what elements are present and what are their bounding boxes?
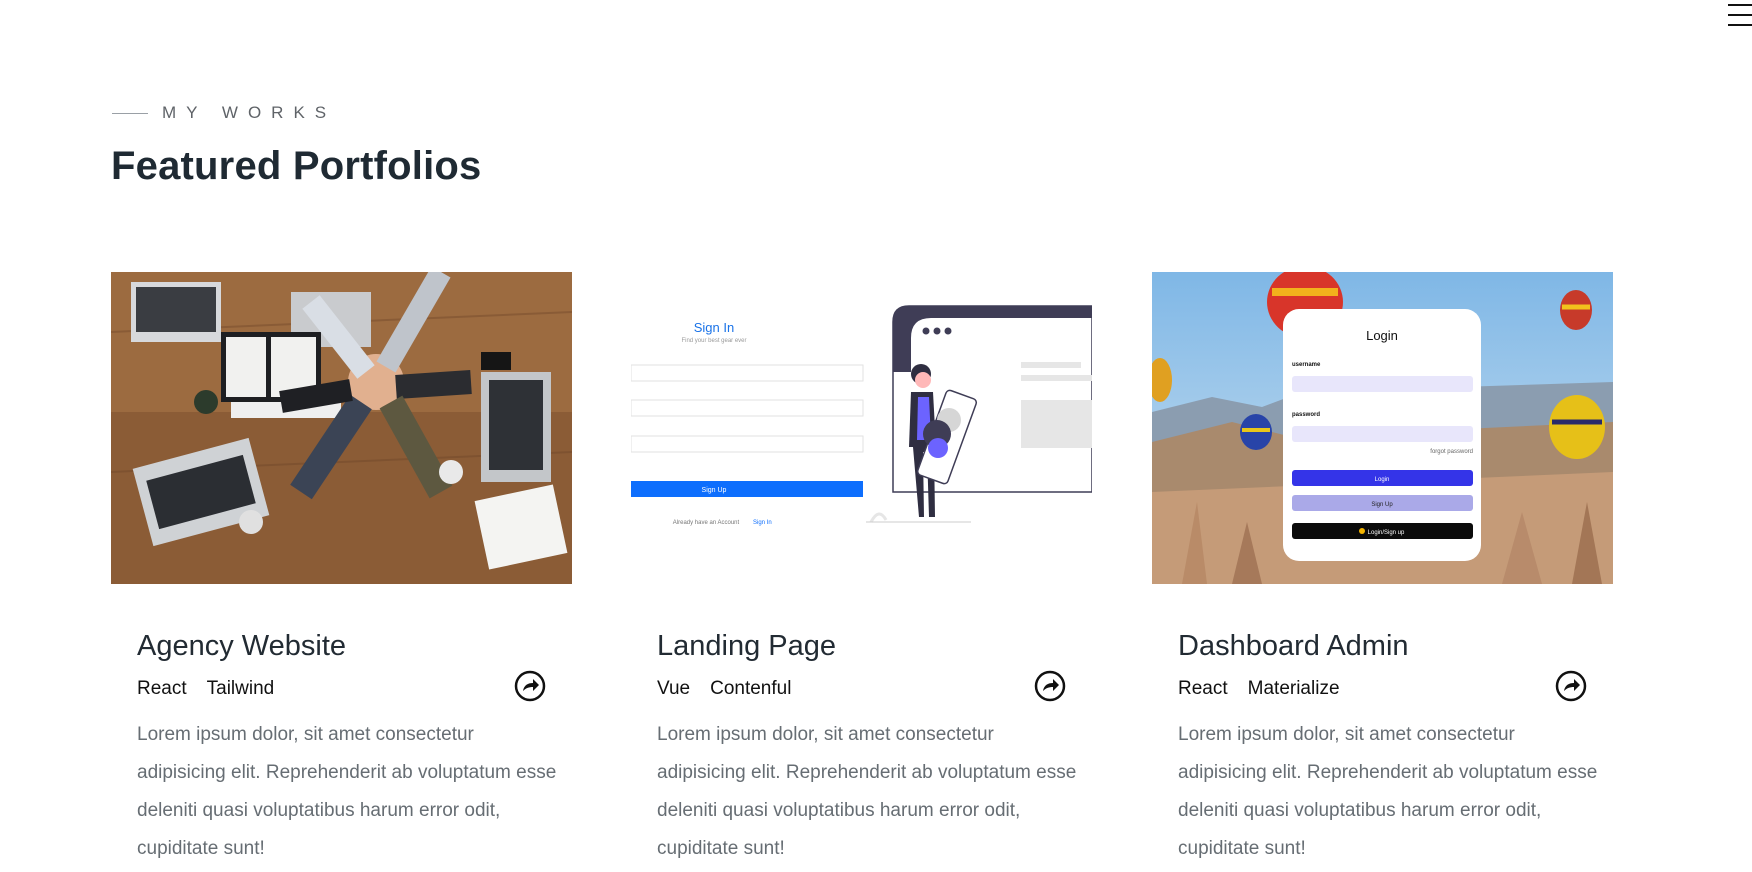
tag-list: React Materialize	[1178, 678, 1587, 700]
share-arrow-icon[interactable]	[1555, 670, 1587, 702]
card-title[interactable]: Dashboard Admin	[1178, 628, 1587, 664]
portfolio-card: Sign In Find your best gear ever Sign Up…	[631, 272, 1092, 868]
team-hands-laptops-photo	[111, 272, 572, 584]
tag: Tailwind	[206, 678, 275, 699]
card-description: Lorem ipsum dolor, sit amet consectetur …	[657, 724, 1077, 859]
card-description: Lorem ipsum dolor, sit amet consectetur …	[1178, 724, 1598, 859]
login-password-label: password	[1292, 412, 1320, 418]
login-heading: Login	[1366, 328, 1398, 343]
section-eyebrow: MY WORKS	[112, 103, 336, 123]
signup-button-label: Sign Up	[1371, 502, 1393, 508]
signin-subheading: Find your best gear ever	[681, 338, 746, 344]
tag-list: Vue Contenful	[657, 678, 1066, 700]
card-title[interactable]: Agency Website	[137, 628, 546, 664]
section-title: Featured Portfolios	[111, 144, 482, 188]
portfolio-thumbnail[interactable]	[111, 272, 572, 584]
tag: React	[1178, 678, 1228, 699]
login-forgot: forgot password	[1430, 449, 1473, 455]
eyebrow-divider	[112, 112, 148, 114]
portfolio-thumbnail[interactable]: Sign In Find your best gear ever Sign Up…	[631, 272, 1092, 584]
hamburger-menu-icon[interactable]	[1724, 0, 1752, 30]
login-balloons-screenshot: Login username password forgot password …	[1152, 272, 1613, 584]
card-title[interactable]: Landing Page	[657, 628, 1066, 664]
signin-footer: Already have an Account	[673, 520, 740, 526]
sign-in-illustration: Sign In Find your best gear ever Sign Up…	[631, 272, 1092, 584]
tag: Vue	[657, 678, 691, 699]
share-arrow-icon[interactable]	[514, 670, 546, 702]
tag: React	[137, 678, 187, 699]
portfolio-page: MY WORKS Featured Portfolios Agency Webs…	[0, 0, 1752, 872]
card-description: Lorem ipsum dolor, sit amet consectetur …	[137, 724, 557, 859]
login-username-label: username	[1292, 362, 1321, 368]
login-button-label: Login	[1375, 477, 1390, 483]
tag-list: React Tailwind	[137, 678, 546, 700]
share-arrow-icon[interactable]	[1034, 670, 1066, 702]
signin-footer-link: Sign In	[753, 520, 772, 526]
signin-heading: Sign In	[694, 320, 734, 335]
signin-button-label: Sign Up	[702, 487, 727, 494]
tag: Contenful	[710, 678, 792, 699]
google-button-label: Login/Sign up	[1368, 530, 1405, 536]
eyebrow-text: MY WORKS	[162, 103, 337, 122]
portfolio-card: Login username password forgot password …	[1152, 272, 1613, 868]
tag: Materialize	[1247, 678, 1340, 699]
portfolio-thumbnail[interactable]: Login username password forgot password …	[1152, 272, 1613, 584]
portfolio-card: Agency Website React Tailwind Lorem ipsu…	[111, 272, 572, 868]
